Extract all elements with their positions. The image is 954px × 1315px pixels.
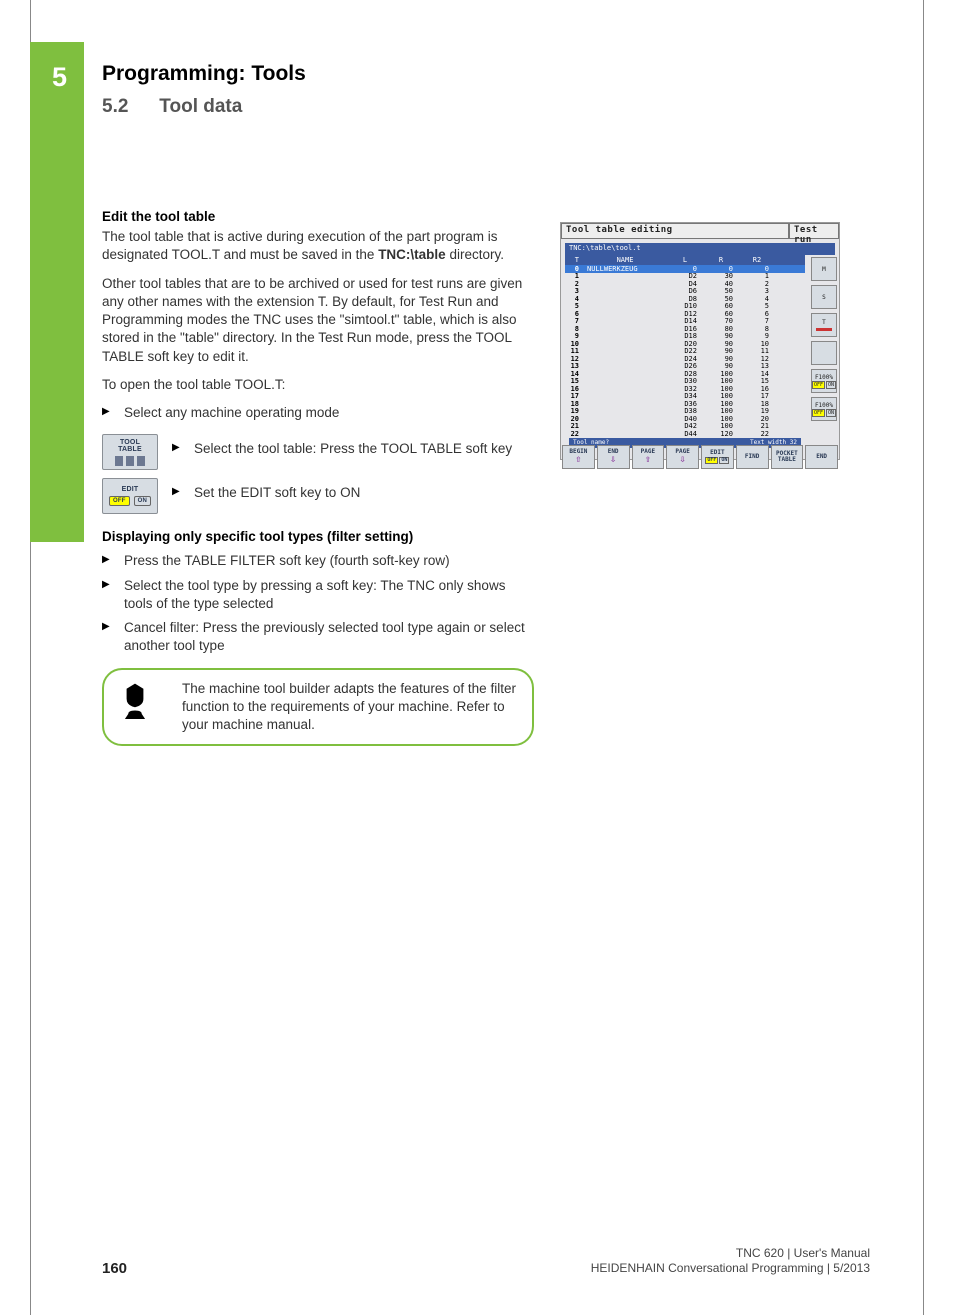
bullet-select-mode: Select any machine operating mode	[102, 404, 534, 422]
side-button[interactable]: F100%OFFON	[811, 397, 837, 421]
sub-bullet-select-table: Select the tool table: Press the TOOL TA…	[172, 440, 534, 458]
screen-title-side: Test run	[789, 223, 839, 239]
section-title: Tool data	[159, 96, 242, 117]
tool-icon	[137, 456, 145, 466]
screen-softkey[interactable]: POCKETTABLE	[771, 445, 804, 469]
section-number: 5.2	[102, 96, 154, 118]
screen-softkey[interactable]: FIND	[736, 445, 769, 469]
tnc-screenshot: Tool table editing Test run TNC:\table\t…	[560, 222, 840, 460]
side-buttons: MST F100%OFFON F100%OFFON	[809, 255, 839, 443]
filter-bullet-3: Cancel filter: Press the previously sele…	[102, 619, 534, 655]
chapter-title: Programming: Tools	[102, 62, 306, 86]
off-label: OFF	[109, 496, 130, 506]
filter-bullet-1: Press the TABLE FILTER soft key (fourth …	[102, 552, 534, 570]
softkey-row: BEGIN⇧END⇩PAGE⇧PAGE⇩EDITOFFONFINDPOCKETT…	[561, 445, 839, 469]
screen-title-main: Tool table editing	[561, 223, 789, 239]
edit-softkey[interactable]: EDIT OFF ON	[102, 478, 158, 514]
screen-softkey[interactable]: END	[805, 445, 838, 469]
screen-softkey[interactable]: PAGE⇧	[632, 445, 665, 469]
screen-softkey[interactable]: PAGE⇩	[666, 445, 699, 469]
side-button[interactable]: M	[811, 257, 837, 281]
side-button[interactable]: T	[811, 313, 837, 337]
softkey-instruction-block: TOOL TABLE EDIT OFF ON Select the tool t…	[102, 434, 534, 514]
heading-filter: Displaying only specific tool types (fil…	[102, 528, 534, 546]
side-button[interactable]: F100%OFFON	[811, 369, 837, 393]
tool-table-softkey[interactable]: TOOL TABLE	[102, 434, 158, 470]
section-heading: 5.2 Tool data	[102, 96, 242, 118]
tool-icon	[115, 456, 123, 466]
paragraph-1: The tool table that is active during exe…	[102, 228, 534, 264]
chapter-number: 5	[52, 62, 67, 93]
tool-data-table: T NAME L R R2 0NULLWERKZEUG0001D23012D44…	[561, 255, 809, 443]
paragraph-3: To open the tool table TOOL.T:	[102, 376, 534, 394]
main-content: Edit the tool table The tool table that …	[102, 202, 534, 746]
on-label: ON	[134, 496, 151, 506]
side-button[interactable]: S	[811, 285, 837, 309]
screen-softkey[interactable]: EDITOFFON	[701, 445, 734, 469]
side-button[interactable]	[811, 341, 837, 365]
chapter-tab	[30, 42, 84, 542]
machine-note-box: The machine tool builder adapts the feat…	[102, 668, 534, 747]
table-header-row: T NAME L R R2	[565, 255, 805, 265]
paragraph-2: Other tool tables that are to be archive…	[102, 275, 534, 366]
note-text: The machine tool builder adapts the feat…	[182, 680, 518, 735]
filter-bullet-2: Select the tool type by pressing a soft …	[102, 577, 534, 613]
screen-softkey[interactable]: END⇩	[597, 445, 630, 469]
page-number: 160	[102, 1260, 127, 1277]
page-footer: 160 TNC 620 | User's Manual HEIDENHAIN C…	[102, 1246, 870, 1277]
footer-info: TNC 620 | User's Manual HEIDENHAIN Conve…	[591, 1246, 870, 1277]
machine-icon	[104, 680, 166, 724]
sub-bullet-edit-on: Set the EDIT soft key to ON	[172, 484, 534, 502]
tool-icon	[126, 456, 134, 466]
screen-softkey[interactable]: BEGIN⇧	[562, 445, 595, 469]
heading-edit-tool-table: Edit the tool table	[102, 208, 534, 226]
table-row[interactable]: 22D4412022	[565, 430, 805, 438]
